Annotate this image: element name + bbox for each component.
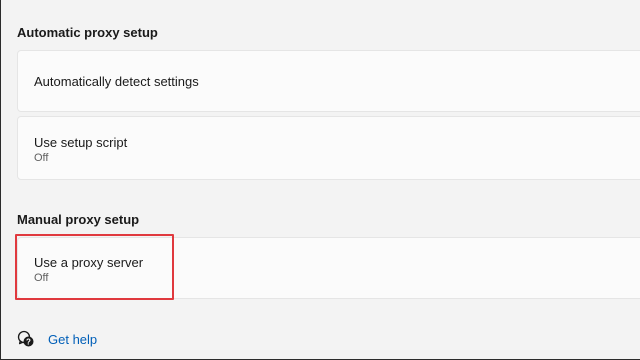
get-help-link[interactable]: Get help	[48, 332, 97, 347]
automatically-detect-settings-label: Automatically detect settings	[34, 74, 199, 89]
use-setup-script-label: Use setup script	[34, 135, 128, 150]
use-proxy-server-row[interactable]: Use a proxy server Off	[17, 237, 640, 299]
automatic-proxy-setup-heading: Automatic proxy setup	[17, 25, 158, 40]
get-help-row[interactable]: ? Get help	[17, 330, 97, 348]
manual-proxy-setup-heading: Manual proxy setup	[17, 212, 140, 227]
use-proxy-server-status: Off	[34, 272, 49, 284]
proxy-settings-page: Automatic proxy setup Automatically dete…	[0, 0, 640, 360]
automatically-detect-settings-row[interactable]: Automatically detect settings	[17, 50, 640, 112]
use-setup-script-status: Off	[34, 152, 49, 164]
svg-text:?: ?	[26, 338, 31, 347]
use-proxy-server-label: Use a proxy server	[34, 255, 144, 270]
use-setup-script-row[interactable]: Use setup script Off	[17, 116, 640, 180]
help-chat-icon: ?	[17, 330, 35, 348]
